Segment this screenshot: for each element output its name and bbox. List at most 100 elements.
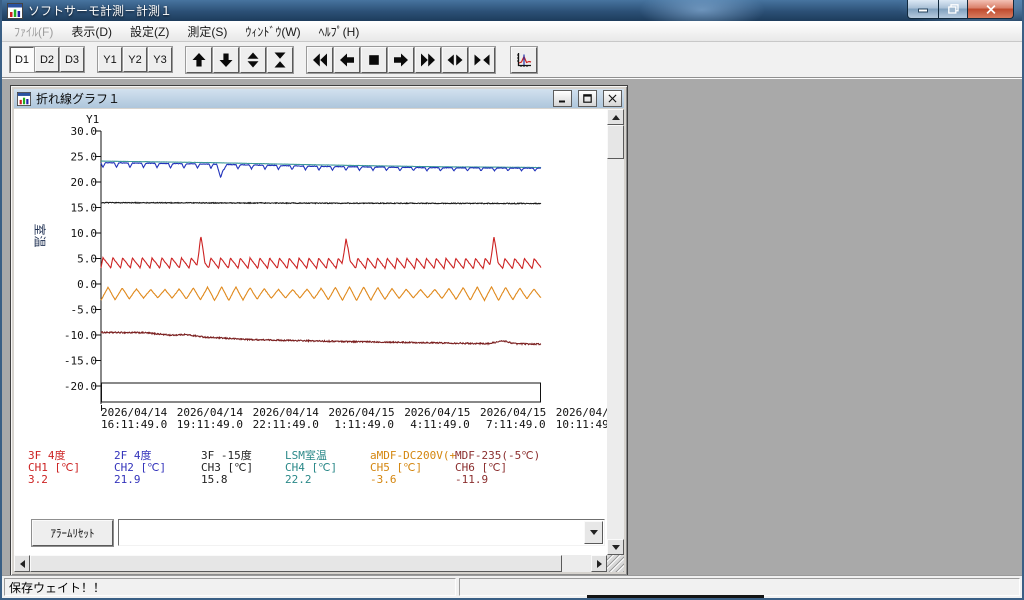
legend-ch6: MDF-235(-5℃)CH6 [℃]-11.9 <box>455 450 541 486</box>
menu-item-5[interactable]: ﾍﾙﾌﾟ(H) <box>310 21 369 42</box>
legend-value: 15.8 <box>201 474 287 486</box>
graph-close-icon <box>608 94 617 103</box>
y-tick-label: 5.0 <box>77 253 97 266</box>
resize-grip[interactable] <box>607 555 624 572</box>
scroll-left-button[interactable] <box>14 555 30 572</box>
toolbar-button-fit-horizontal[interactable] <box>469 47 495 73</box>
triangle-right-icon <box>597 560 602 568</box>
menu-item-1[interactable]: 表示(D) <box>62 21 121 42</box>
restore-icon <box>948 4 959 14</box>
line-chart: Y130.025.020.015.010.05.00.0-5.0-10.0-15… <box>14 109 607 443</box>
x-tick-time: 22:11:49.0 <box>253 418 319 431</box>
jump-start-icon <box>312 52 328 68</box>
x-tick-time: 7:11:49.0 <box>486 418 546 431</box>
expand-vertical-icon <box>245 52 261 68</box>
legend-ch1: 3F 4度CH1 [℃]3.2 <box>28 450 114 486</box>
toolbar-button-graph-settings[interactable] <box>511 47 537 73</box>
toolbar-button-expand-horizontal[interactable] <box>442 47 468 73</box>
minimize-icon <box>918 5 928 14</box>
step-forward-icon <box>393 52 409 68</box>
toolbar-button-y1[interactable]: Y1 <box>98 47 122 72</box>
jump-end-icon <box>420 52 436 68</box>
graph-close-button[interactable] <box>603 90 622 107</box>
triangle-left-icon <box>20 560 25 568</box>
toolbar-button-d1[interactable]: D1 <box>10 47 34 72</box>
y-tick-label: 10.0 <box>71 227 98 240</box>
horizontal-scroll-thumb[interactable] <box>30 555 562 572</box>
alarm-combo-box <box>118 519 605 546</box>
step-back-icon <box>339 52 355 68</box>
y-tick-label: 30.0 <box>71 125 98 138</box>
legend-ch4: LSM室温CH4 [℃]22.2 <box>285 450 371 486</box>
menu-item-3[interactable]: 測定(S) <box>178 21 236 42</box>
graph-window: 折れ線グラフ１ Y130.025.020.015.010.05.00.0-5.0… <box>10 85 628 576</box>
move-down-icon <box>218 52 234 68</box>
graph-minimize-icon <box>558 94 567 103</box>
y-tick-label: -5.0 <box>71 304 98 317</box>
graph-client-area: Y130.025.020.015.010.05.00.0-5.0-10.0-15… <box>14 109 624 572</box>
legend-ch3: 3F -15度CH3 [℃]15.8 <box>201 450 287 486</box>
mdi-workspace: 折れ線グラフ１ Y130.025.020.015.010.05.00.0-5.0… <box>2 78 1022 575</box>
alarm-combo-input[interactable] <box>121 522 584 543</box>
window-title: ソフトサーモ計測－計測１ <box>28 2 172 19</box>
horizontal-scrollbar[interactable] <box>14 555 607 572</box>
y-tick-label: 20.0 <box>71 176 98 189</box>
toolbar-button-fit-vertical[interactable] <box>267 47 293 73</box>
y-tick-label: 0.0 <box>77 278 97 291</box>
x-tick-time: 10:11:49.0 <box>556 418 607 431</box>
y-tick-label: 25.0 <box>71 151 98 164</box>
toolbar-button-move-down[interactable] <box>213 47 239 73</box>
scroll-up-button[interactable] <box>607 109 624 125</box>
graph-maximize-icon <box>583 94 592 103</box>
toolbar-button-y3[interactable]: Y3 <box>148 47 172 72</box>
legend-value: 3.2 <box>28 474 114 486</box>
toolbar-button-y2[interactable]: Y2 <box>123 47 147 72</box>
toolbar-button-d2[interactable]: D2 <box>35 47 59 72</box>
graph-maximize-button[interactable] <box>578 90 597 107</box>
x-tick-time: 1:11:49.0 <box>334 418 394 431</box>
scroll-down-button[interactable] <box>607 539 624 555</box>
toolbar: D1D2D3 Y1Y2Y3 <box>2 42 1022 78</box>
alarm-reset-button[interactable]: ｱﾗｰﾑﾘｾｯﾄ <box>32 520 113 546</box>
series-ch5 <box>101 287 541 301</box>
close-icon <box>986 5 996 14</box>
close-button[interactable] <box>967 0 1014 19</box>
app-window: ソフトサーモ計測－計測１ ﾌｧｲﾙ(F)表示(D)設定(Z)測定(S)ｳｨﾝﾄﾞ… <box>0 0 1024 600</box>
restore-button[interactable] <box>938 0 968 19</box>
toolbar-button-d3[interactable]: D3 <box>60 47 84 72</box>
graph-window-icon <box>16 92 32 106</box>
scroll-right-button[interactable] <box>591 555 607 572</box>
menu-item-2[interactable]: 設定(Z) <box>121 21 178 42</box>
menu-item-4[interactable]: ｳｨﾝﾄﾞｳ(W) <box>236 21 309 42</box>
menu-bar: ﾌｧｲﾙ(F)表示(D)設定(Z)測定(S)ｳｨﾝﾄﾞｳ(W)ﾍﾙﾌﾟ(H) <box>2 21 1022 42</box>
toolbar-button-jump-end[interactable] <box>415 47 441 73</box>
toolbar-button-jump-start[interactable] <box>307 47 333 73</box>
toolbar-button-move-up[interactable] <box>186 47 212 73</box>
legend-ch2: 2F 4度CH2 [℃]21.9 <box>114 450 200 486</box>
x-tick-time: 4:11:49.0 <box>410 418 470 431</box>
toolbar-button-step-back[interactable] <box>334 47 360 73</box>
toolbar-button-step-forward[interactable] <box>388 47 414 73</box>
graph-window-title-bar[interactable]: 折れ線グラフ１ <box>14 89 624 108</box>
vertical-scroll-thumb[interactable] <box>607 125 624 159</box>
app-icon <box>7 3 23 19</box>
triangle-down-icon <box>612 545 620 550</box>
legend-value: -3.6 <box>370 474 456 486</box>
minimize-button[interactable] <box>907 0 939 19</box>
toolbar-button-expand-vertical[interactable] <box>240 47 266 73</box>
graph-minimize-button[interactable] <box>553 90 572 107</box>
chevron-down-icon <box>590 530 598 535</box>
alarm-combo-dropdown-button[interactable] <box>584 521 603 544</box>
x-tick-time: 16:11:49.0 <box>101 418 167 431</box>
alarm-band <box>102 383 541 402</box>
y-axis-label: 室温 <box>32 223 49 247</box>
toolbar-button-stop[interactable] <box>361 47 387 73</box>
graph-settings-icon <box>515 51 533 69</box>
y-tick-label: -10.0 <box>64 329 97 342</box>
y-tick-label: -20.0 <box>64 380 97 393</box>
vertical-scrollbar[interactable] <box>607 109 624 555</box>
legend-value: 22.2 <box>285 474 371 486</box>
y-tick-label: 15.0 <box>71 202 98 215</box>
x-tick-time: 19:11:49.0 <box>177 418 243 431</box>
fit-vertical-icon <box>272 52 288 68</box>
